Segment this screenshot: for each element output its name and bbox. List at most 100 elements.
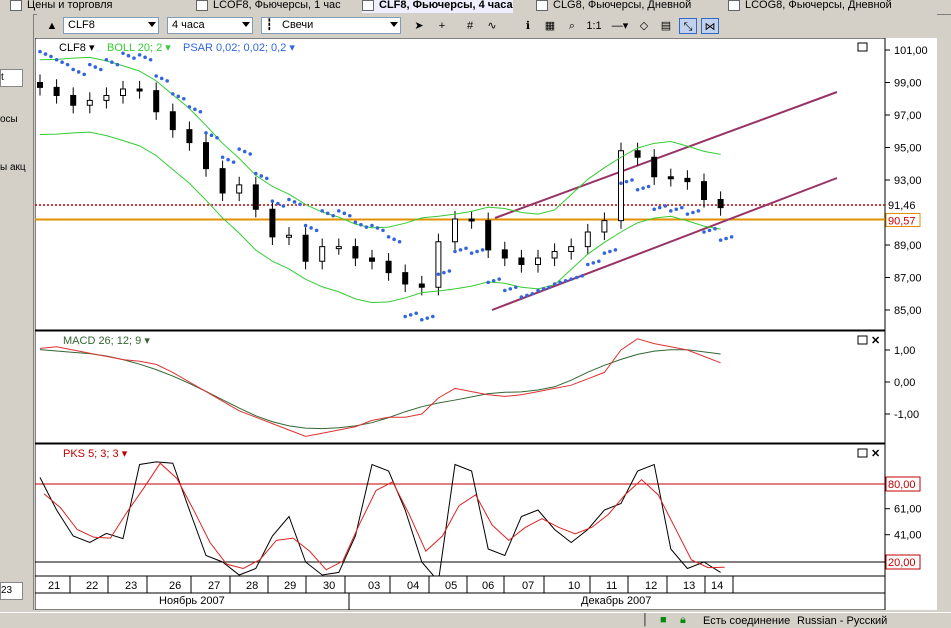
pks-label: PKS 5; 3; 3 ▾	[63, 448, 128, 460]
tab-0[interactable]: Цены и торговля	[10, 0, 113, 13]
symbol-select[interactable]: CLF8	[63, 17, 159, 34]
candle-body	[518, 257, 525, 265]
psar-dot	[159, 76, 164, 81]
candle-body	[452, 218, 458, 243]
tab-label: LCOF8, Фьючерсы, 1 час	[213, 0, 341, 11]
price-chart[interactable]: 101,0099,0097,0095,0093,0089,0087,0085,0…	[34, 37, 937, 611]
psar-dot	[514, 285, 518, 290]
print-icon[interactable]: ▤	[657, 18, 675, 34]
psar-dot	[480, 248, 485, 252]
psar-dot	[49, 54, 53, 59]
candles-icon: ┇	[266, 19, 273, 31]
eraser-icon[interactable]: ◇	[635, 18, 653, 34]
day-label: 13	[683, 580, 695, 592]
info-icon[interactable]: ℹ	[519, 18, 537, 34]
indicator-icon[interactable]: ∿	[483, 18, 501, 34]
psar-dot	[646, 184, 651, 189]
tab-label: CLG8, Фьючерсы, Дневной	[553, 0, 692, 11]
candle-body	[86, 99, 93, 106]
psar-dot	[99, 67, 103, 72]
status-bar: │ ■ 🔒︎ Есть соединение Russian - Русский	[0, 612, 951, 628]
left-panel-field[interactable]: t	[0, 69, 23, 87]
candle-body	[203, 142, 209, 170]
psar-dot	[469, 251, 474, 255]
table-icon[interactable]: ▦	[541, 18, 559, 34]
psar-dot	[403, 314, 408, 319]
chart-type-select[interactable]: ┇ Свечи	[261, 17, 401, 34]
psar-dot	[115, 62, 120, 67]
tab-label: CLF8, Фьючерсы, 4 часа	[379, 0, 513, 11]
psar-dot	[198, 109, 203, 114]
grid-icon[interactable]: #	[461, 18, 479, 34]
day-label: 03	[368, 580, 380, 592]
tab-3[interactable]: CLG8, Фьючерсы, Дневной	[536, 0, 691, 13]
psar-dot	[71, 67, 75, 72]
day-label: 30	[323, 580, 335, 592]
tab-4[interactable]: LCOG8, Фьючерсы, Дневной	[728, 0, 892, 13]
pks-tick-label: 61,00	[894, 504, 922, 516]
price-tick-label: 97,00	[894, 110, 922, 122]
psar-dot	[541, 287, 546, 291]
psar-dot	[154, 74, 158, 78]
crosshair-icon[interactable]: +	[433, 18, 451, 34]
tab-label: Цены и торговля	[27, 0, 113, 11]
auto-scroll-icon[interactable]: ⤡	[679, 18, 697, 34]
psar-dot	[608, 249, 612, 254]
psar-dot	[76, 70, 81, 74]
magnet-icon[interactable]: ⋈	[701, 18, 719, 34]
psar-dot	[281, 204, 286, 208]
collapse-button[interactable]: ▲	[43, 18, 61, 34]
pks-tick-label: 80,00	[888, 479, 916, 491]
psar-dot	[104, 57, 109, 62]
psar-dot	[497, 277, 502, 281]
psar-dot	[486, 280, 491, 285]
candle-body	[634, 150, 641, 158]
cursor-icon[interactable]: ➤	[410, 18, 428, 34]
psar-dot	[220, 155, 225, 160]
maximize-icon	[857, 42, 868, 52]
tab-1[interactable]: LCOF8, Фьючерсы, 1 час	[196, 0, 341, 13]
day-label: 05	[445, 580, 457, 592]
period-select[interactable]: 4 часа	[167, 17, 253, 34]
psar-dot	[292, 200, 297, 204]
candle-body	[53, 86, 60, 96]
psar-dot	[392, 237, 396, 242]
psar-dot	[702, 230, 706, 234]
psar-dot	[254, 171, 258, 176]
candle-body	[667, 176, 674, 180]
psar-dot	[713, 226, 717, 231]
line-tool-icon[interactable]: —▾	[607, 18, 633, 34]
zoom-reset-button[interactable]: 1:1	[585, 18, 603, 34]
zoom-icon[interactable]: ⌕	[563, 18, 581, 34]
connection-icon: ■	[660, 614, 667, 626]
psar-dot	[447, 269, 452, 273]
psar-dot	[242, 149, 247, 154]
psar-dot	[547, 285, 551, 290]
psar-dot	[342, 211, 347, 216]
left-panel-field[interactable]: 23	[0, 582, 23, 600]
psar-dot	[209, 133, 214, 138]
pks-tick-label: 41,00	[894, 530, 922, 542]
psar-dot	[176, 94, 181, 99]
candle-body	[169, 111, 176, 131]
legend-boll: BOLL 20; 2 ▾	[107, 42, 171, 54]
psar-dot	[88, 62, 92, 67]
psar-dot	[270, 199, 275, 203]
candle-body	[219, 168, 226, 194]
price-tick-label: 95,00	[894, 143, 922, 155]
chevron-down-icon	[242, 22, 250, 27]
candle-body	[468, 218, 475, 222]
candle-body	[335, 246, 342, 250]
psar-dot	[337, 209, 341, 213]
tab-2[interactable]: CLF8, Фьючерсы, 4 часа	[362, 0, 513, 13]
pks-panel	[34, 443, 886, 577]
tab-label: LCOG8, Фьючерсы, Дневной	[745, 0, 892, 11]
psar-dot	[143, 55, 147, 60]
psar-dot	[381, 228, 385, 233]
psar-dot	[231, 160, 236, 164]
psar-dot	[314, 228, 319, 233]
psar-dot	[680, 205, 684, 210]
psar-dot	[613, 248, 618, 252]
chart-area[interactable]: 101,00 99,00 97,00 95,00 93,00 89,00 87,00 85,0…	[34, 37, 937, 611]
day-label: 26	[169, 580, 181, 592]
